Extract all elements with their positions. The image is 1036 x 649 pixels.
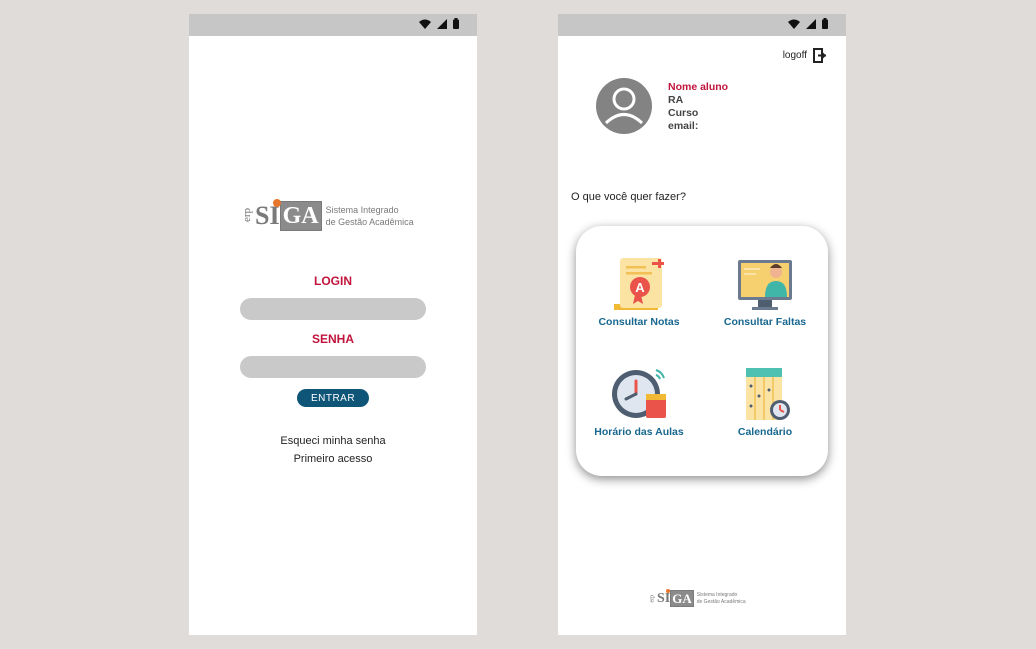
avatar <box>596 78 652 134</box>
grades-icon: A <box>614 258 664 310</box>
logo-tagline-line2: de Gestão Acadêmica <box>325 217 414 227</box>
forgot-password-link[interactable]: Esqueci minha senha <box>189 435 477 447</box>
logo-dot <box>273 199 281 207</box>
signal-icon <box>437 18 447 29</box>
logo-tagline-line2: de Gestão Acadêmica <box>696 598 746 605</box>
siga-logo: erp SI GA Sistema Integrado de Gestão Ac… <box>241 199 414 231</box>
entrar-button[interactable]: ENTRAR <box>297 389 369 407</box>
menu-label-calendario: Calendário <box>737 426 793 438</box>
wifi-icon <box>419 19 431 29</box>
battery-icon <box>453 18 459 29</box>
logout-icon <box>813 48 826 63</box>
footer-siga-logo: erp SI GA Sistema Integrado de Gestão Ac… <box>649 589 746 607</box>
senha-label: SENHA <box>311 332 354 346</box>
login-screen: erp SI GA Sistema Integrado de Gestão Ac… <box>189 14 477 635</box>
menu-item-consultar-notas[interactable]: A Consultar Notas <box>576 256 702 328</box>
menu-item-consultar-faltas[interactable]: Consultar Faltas <box>702 256 828 328</box>
menu-label-consultar-faltas: Consultar Faltas <box>723 316 807 328</box>
calendar-icon <box>746 368 790 420</box>
logo-dot <box>666 589 670 593</box>
menu-item-calendario[interactable]: Calendário <box>702 366 828 438</box>
login-input[interactable] <box>240 298 426 320</box>
signal-icon <box>806 18 816 29</box>
profile-info: Nome aluno RA Curso email: <box>668 81 728 133</box>
student-email: email: <box>668 120 699 132</box>
student-course: Curso <box>668 107 699 119</box>
menu-label-horario-aulas: Horário das Aulas <box>594 426 684 438</box>
logoff-button[interactable]: logoff <box>783 48 826 63</box>
logo-tagline-line1: Sistema Integrado <box>325 205 399 215</box>
attendance-icon <box>738 260 792 310</box>
password-input[interactable] <box>240 356 426 378</box>
logo-erp-text: erp <box>649 594 656 602</box>
logo-ga-text: GA <box>670 590 694 607</box>
status-bar <box>189 14 477 36</box>
logo-ga-text: GA <box>279 201 322 231</box>
login-label: LOGIN <box>314 274 352 288</box>
student-name: Nome aluno <box>668 81 729 93</box>
menu-item-horario-aulas[interactable]: Horário das Aulas <box>576 366 702 438</box>
student-ra: RA <box>668 94 684 106</box>
status-bar <box>558 14 846 36</box>
menu-label-consultar-notas: Consultar Notas <box>598 316 680 328</box>
battery-icon <box>822 18 828 29</box>
user-icon <box>604 87 644 125</box>
home-screen: logoff Nome aluno RA Curso email: O que … <box>558 14 846 635</box>
schedule-icon <box>612 369 666 418</box>
logo-tagline-line1: Sistema Integrado <box>696 591 738 598</box>
logo-erp-text: erp <box>241 207 253 222</box>
svg-text:A: A <box>635 280 645 295</box>
logo-tagline: Sistema Integrado de Gestão Acadêmica <box>697 592 746 606</box>
menu-card: A Consultar Notas Consultar Faltas Horár… <box>576 226 828 476</box>
first-access-link[interactable]: Primeiro acesso <box>189 453 477 465</box>
logo-tagline: Sistema Integrado de Gestão Acadêmica <box>326 204 414 228</box>
wifi-icon <box>788 19 800 29</box>
logoff-label: logoff <box>782 50 807 61</box>
question-text: O que você quer fazer? <box>571 191 686 203</box>
